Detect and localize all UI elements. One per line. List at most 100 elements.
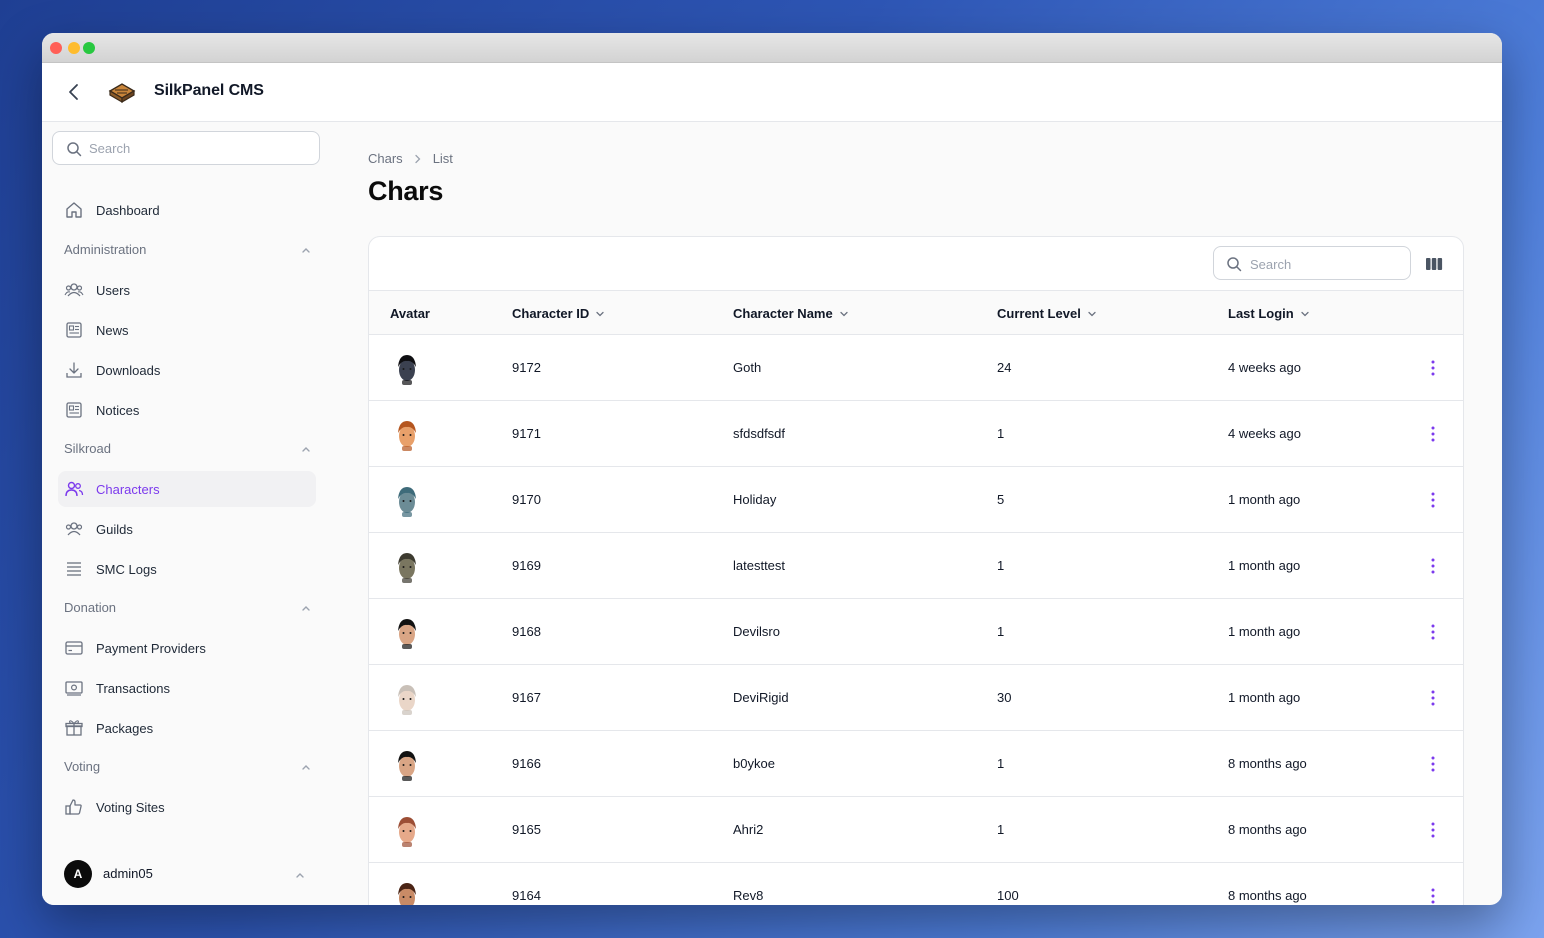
chevron-up-icon bbox=[302, 248, 310, 253]
close-window-button[interactable] bbox=[50, 42, 62, 54]
page-title: Chars bbox=[368, 176, 444, 206]
last-login: 8 months ago bbox=[1228, 888, 1307, 903]
last-login: 1 month ago bbox=[1228, 558, 1301, 573]
breadcrumb-list[interactable]: List bbox=[433, 151, 453, 166]
sidebar-item-news[interactable]: News bbox=[58, 312, 316, 348]
sidebar-item-characters[interactable]: Characters bbox=[58, 471, 316, 507]
user-menu[interactable]: A admin05 bbox=[42, 839, 332, 905]
chevron-down-icon bbox=[840, 311, 848, 316]
table-search[interactable] bbox=[1213, 246, 1411, 280]
sidebar-item-label: Downloads bbox=[96, 363, 161, 378]
search-icon bbox=[67, 142, 82, 157]
column-header-current-level[interactable]: Current Level bbox=[997, 306, 1097, 321]
sidebar-item-guilds[interactable]: Guilds bbox=[58, 511, 316, 547]
character-avatar bbox=[391, 812, 423, 848]
character-name: sfdsdfsdf bbox=[733, 426, 786, 441]
breadcrumb-chars[interactable]: Chars bbox=[368, 151, 403, 166]
sidebar-item-label: SMC Logs bbox=[96, 562, 157, 577]
more-actions-icon[interactable] bbox=[1423, 623, 1443, 641]
sidebar-item-voting-sites[interactable]: Voting Sites bbox=[58, 789, 316, 825]
character-name: latesttest bbox=[733, 558, 786, 573]
character-id: 9165 bbox=[512, 822, 541, 837]
sidebar-search[interactable] bbox=[52, 131, 320, 165]
more-actions-icon[interactable] bbox=[1423, 755, 1443, 773]
minimize-window-button[interactable] bbox=[68, 42, 80, 54]
sidebar-item-label: Notices bbox=[96, 403, 140, 418]
character-avatar bbox=[391, 746, 423, 782]
character-name: b0ykoe bbox=[733, 756, 775, 771]
chevron-right-icon bbox=[415, 154, 421, 163]
sidebar-item-label: Characters bbox=[96, 482, 160, 497]
character-name: DeviRigid bbox=[733, 690, 789, 705]
sidebar: Dashboard Administration Users News Down… bbox=[42, 122, 332, 905]
column-header-avatar: Avatar bbox=[390, 306, 430, 321]
sidebar-item-dashboard[interactable]: Dashboard bbox=[58, 192, 316, 228]
group-silkroad[interactable]: Silkroad bbox=[64, 437, 312, 461]
group-label: Donation bbox=[64, 600, 117, 615]
sidebar-search-input[interactable] bbox=[89, 138, 309, 158]
character-id: 9171 bbox=[512, 426, 541, 441]
sidebar-item-label: Dashboard bbox=[96, 203, 160, 218]
more-actions-icon[interactable] bbox=[1423, 359, 1443, 377]
column-toggle-icon[interactable] bbox=[1424, 255, 1444, 273]
sidebar-item-payment-providers[interactable]: Payment Providers bbox=[58, 630, 316, 666]
sidebar-item-notices[interactable]: Notices bbox=[58, 392, 316, 428]
app-header: SilkPanel CMS bbox=[42, 63, 1502, 122]
table-body: 9172 Goth 24 4 weeks ago 9171 sfdsdfsdf 1 4 wee… bbox=[369, 335, 1463, 905]
table-row[interactable]: 9167 DeviRigid 30 1 month ago bbox=[369, 665, 1463, 731]
back-arrow-icon[interactable] bbox=[64, 81, 84, 103]
group-donation[interactable]: Donation bbox=[64, 596, 312, 620]
sidebar-item-users[interactable]: Users bbox=[58, 272, 316, 308]
last-login: 8 months ago bbox=[1228, 756, 1307, 771]
table-row[interactable]: 9169 latesttest 1 1 month ago bbox=[369, 533, 1463, 599]
more-actions-icon[interactable] bbox=[1423, 557, 1443, 575]
more-actions-icon[interactable] bbox=[1423, 689, 1443, 707]
sidebar-item-label: Packages bbox=[96, 721, 154, 736]
more-actions-icon[interactable] bbox=[1423, 821, 1443, 839]
column-header-character-name[interactable]: Character Name bbox=[733, 306, 849, 321]
character-id: 9167 bbox=[512, 690, 541, 705]
group-administration[interactable]: Administration bbox=[64, 238, 312, 262]
current-level: 5 bbox=[997, 492, 1005, 507]
character-id: 9168 bbox=[512, 624, 541, 639]
table-row[interactable]: 9164 Rev8 100 8 months ago bbox=[369, 863, 1463, 905]
table-row[interactable]: 9166 b0ykoe 1 8 months ago bbox=[369, 731, 1463, 797]
user-avatar[interactable]: A bbox=[64, 860, 92, 888]
chevron-up-icon[interactable] bbox=[294, 869, 306, 881]
table-row[interactable]: 9165 Ahri2 1 8 months ago bbox=[369, 797, 1463, 863]
current-level: 1 bbox=[997, 822, 1005, 837]
column-label: Character ID bbox=[512, 306, 590, 321]
character-id: 9164 bbox=[512, 888, 541, 903]
chars-table-card: Avatar Character ID Character Name Curre… bbox=[368, 236, 1464, 905]
sidebar-item-downloads[interactable]: Downloads bbox=[58, 352, 316, 388]
maximize-window-button[interactable] bbox=[83, 42, 95, 54]
current-level: 1 bbox=[997, 624, 1005, 639]
table-search-input[interactable] bbox=[1250, 254, 1400, 274]
table-row[interactable]: 9171 sfdsdfsdf 1 4 weeks ago bbox=[369, 401, 1463, 467]
character-avatar bbox=[391, 350, 423, 386]
more-actions-icon[interactable] bbox=[1423, 887, 1443, 905]
last-login: 1 month ago bbox=[1228, 624, 1301, 639]
app-brand-name[interactable]: SilkPanel CMS bbox=[154, 82, 264, 100]
sidebar-item-packages[interactable]: Packages bbox=[58, 710, 316, 746]
group-label: Voting bbox=[64, 759, 101, 774]
chevron-down-icon bbox=[1301, 311, 1309, 316]
last-login: 1 month ago bbox=[1228, 690, 1301, 705]
column-header-character-id[interactable]: Character ID bbox=[512, 306, 605, 321]
sidebar-item-smc-logs[interactable]: SMC Logs bbox=[58, 551, 316, 587]
table-row[interactable]: 9172 Goth 24 4 weeks ago bbox=[369, 335, 1463, 401]
chevron-down-icon bbox=[596, 311, 604, 316]
column-header-last-login[interactable]: Last Login bbox=[1228, 306, 1310, 321]
character-avatar bbox=[391, 614, 423, 650]
sidebar-item-transactions[interactable]: Transactions bbox=[58, 670, 316, 706]
table-row[interactable]: 9170 Holiday 5 1 month ago bbox=[369, 467, 1463, 533]
character-name: Devilsro bbox=[733, 624, 780, 639]
more-actions-icon[interactable] bbox=[1423, 491, 1443, 509]
sidebar-item-label: Users bbox=[96, 283, 130, 298]
table-row[interactable]: 9168 Devilsro 1 1 month ago bbox=[369, 599, 1463, 665]
breadcrumb: Chars List bbox=[368, 151, 453, 166]
more-actions-icon[interactable] bbox=[1423, 425, 1443, 443]
character-avatar bbox=[391, 680, 423, 716]
thumbs-up-icon bbox=[65, 799, 82, 815]
group-voting[interactable]: Voting bbox=[64, 755, 312, 779]
